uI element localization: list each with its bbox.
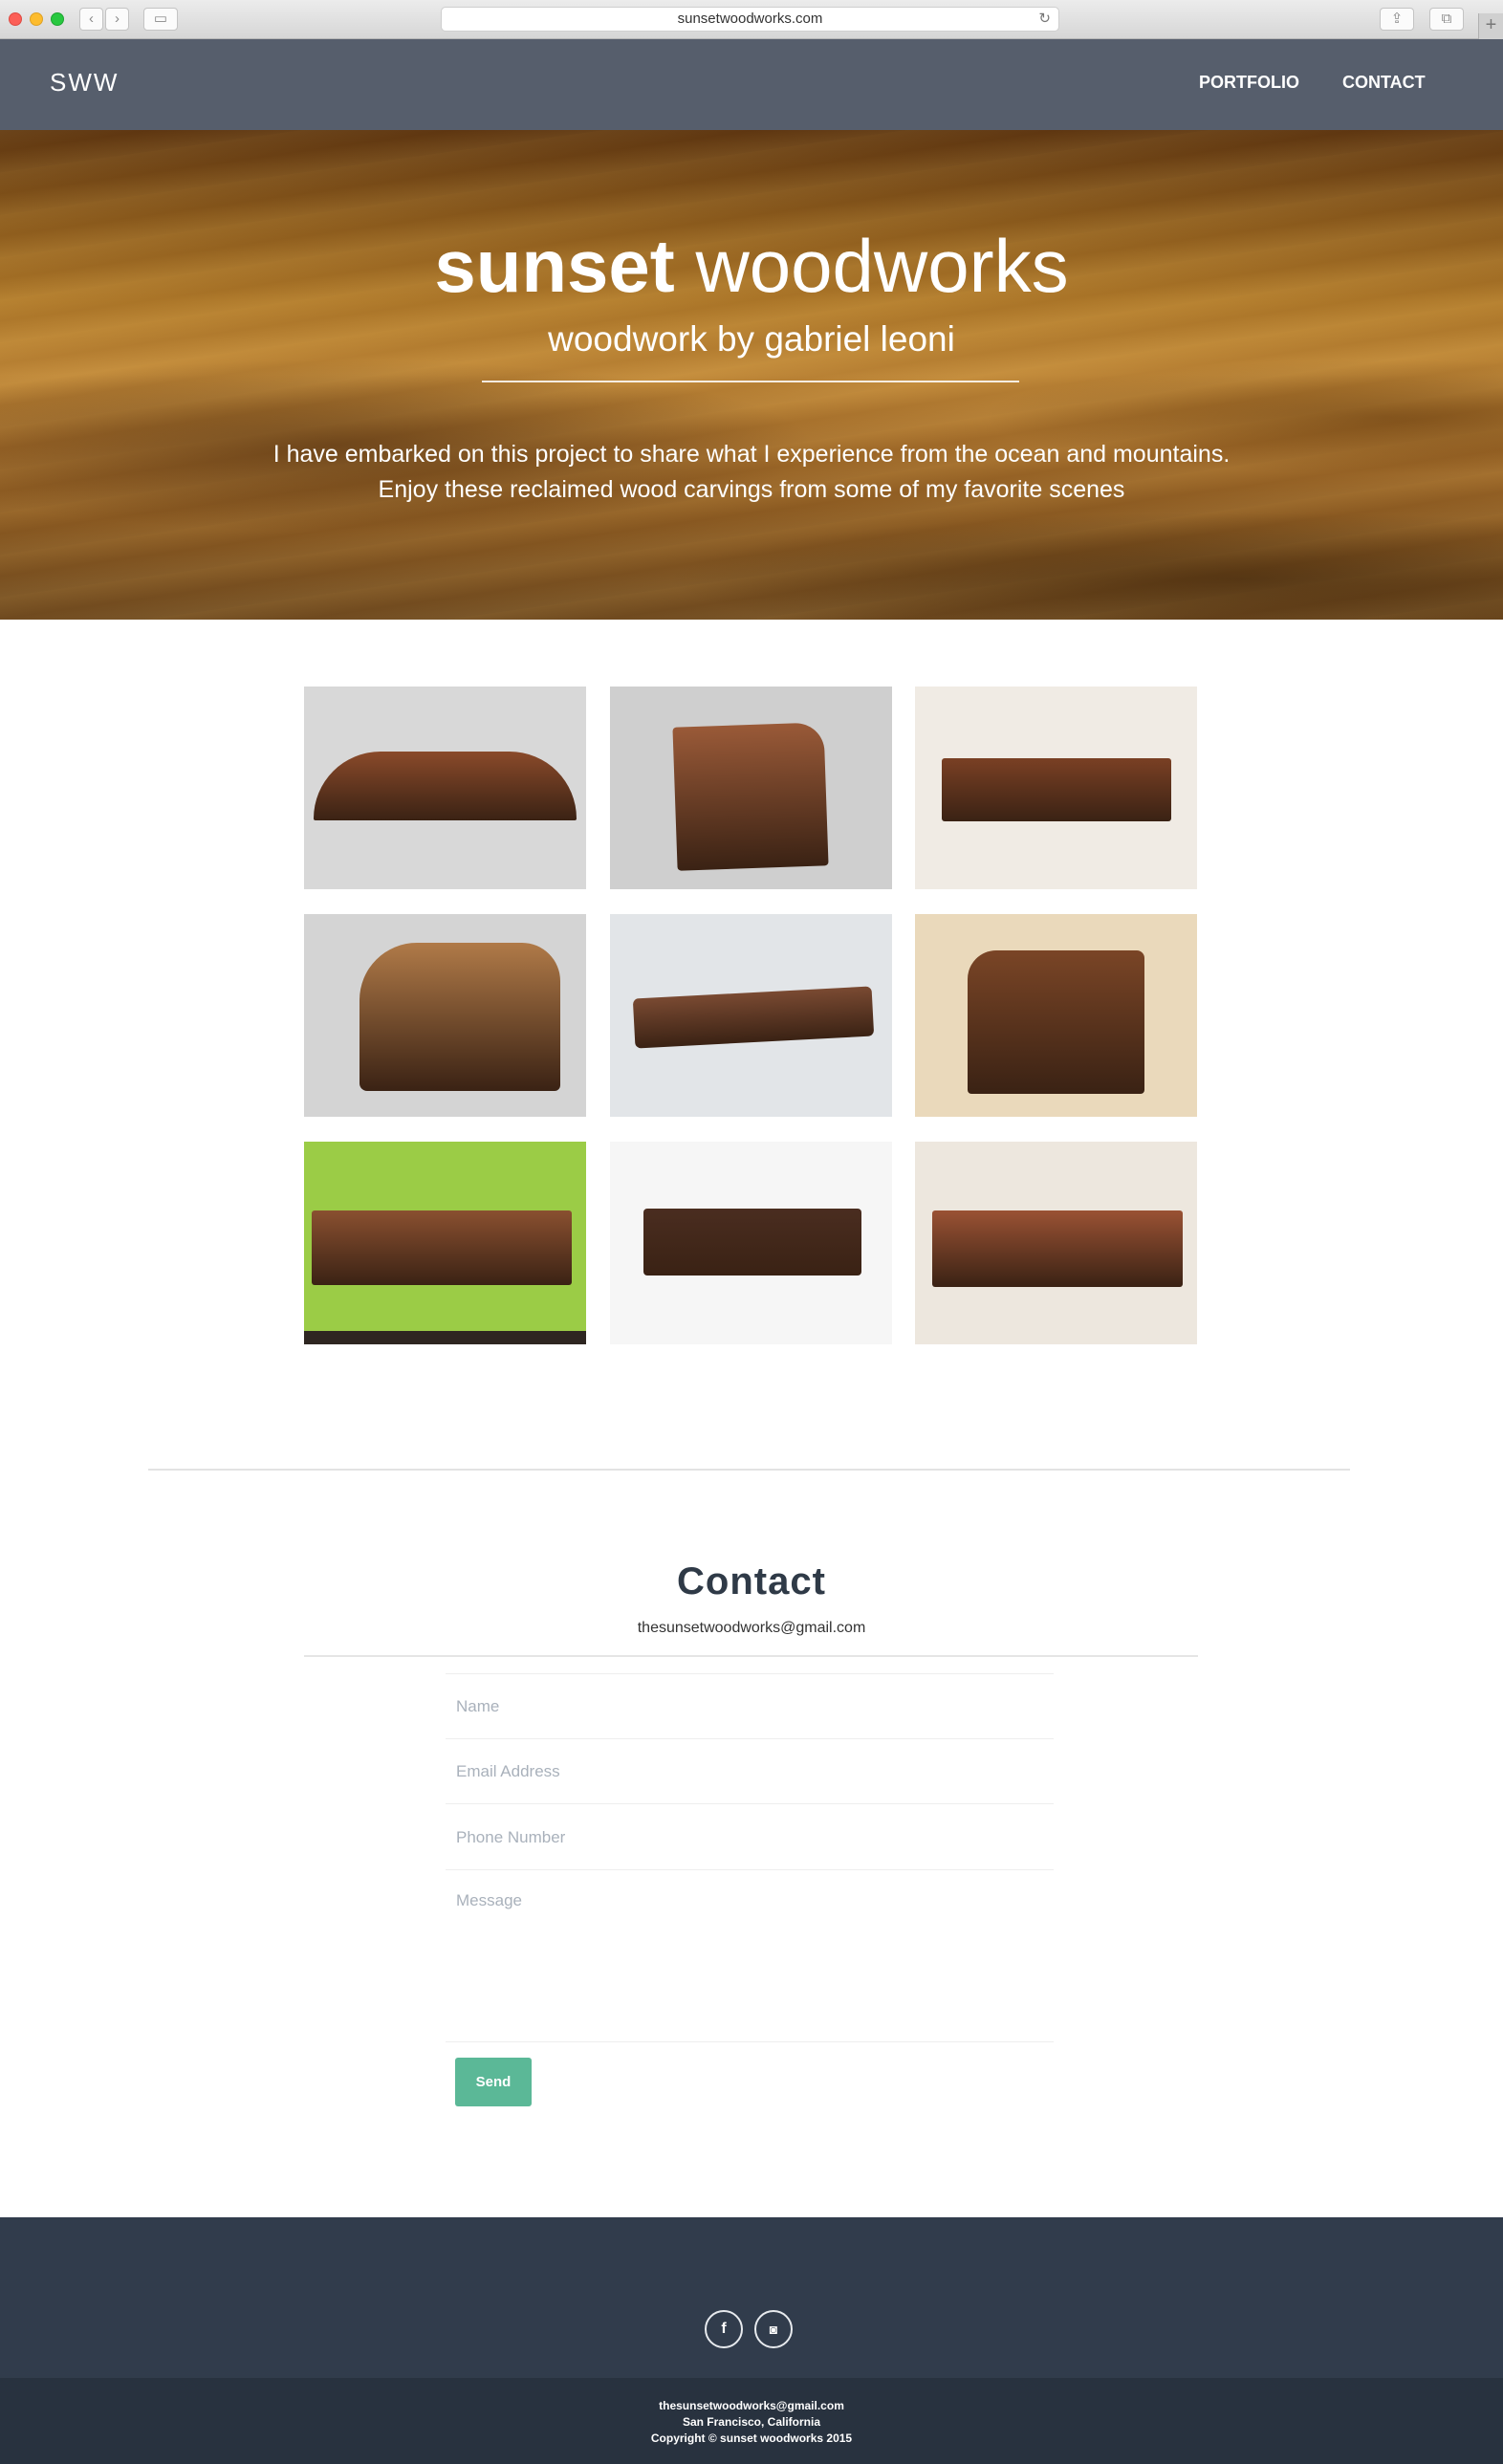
message-field-row: [446, 1869, 1054, 2042]
contact-email[interactable]: thesunsetwoodworks@gmail.com: [0, 1620, 1503, 1637]
sidebar-toggle-icon[interactable]: ▭: [143, 8, 178, 31]
hero-description: I have embarked on this project to share…: [0, 437, 1503, 508]
instagram-icon[interactable]: ◙: [754, 2310, 793, 2348]
hero-title-bold: sunset: [434, 224, 675, 308]
gallery-item[interactable]: [610, 1142, 892, 1344]
hero-text-line-2: Enjoy these reclaimed wood carvings from…: [378, 476, 1125, 503]
footer-copyright: Copyright © sunset woodworks 2015: [650, 2431, 853, 2445]
gallery-item[interactable]: [610, 914, 892, 1117]
gallery-item[interactable]: [610, 687, 892, 889]
gallery-item[interactable]: [304, 914, 586, 1117]
address-bar[interactable]: sunsetwoodworks.com ↻: [441, 7, 1059, 32]
browser-toolbar: ‹ › ▭ sunsetwoodworks.com ↻ ⇪ ⧉ +: [0, 0, 1503, 39]
footer-email[interactable]: thesunsetwoodworks@gmail.com: [0, 2399, 1503, 2412]
message-textarea[interactable]: [446, 1870, 1054, 2014]
footer: f ◙: [0, 2217, 1503, 2378]
footer-location: San Francisco, California: [682, 2415, 821, 2429]
maximize-window-icon[interactable]: [51, 12, 64, 26]
new-tab-icon[interactable]: +: [1478, 13, 1503, 39]
hero-title-light: woodworks: [695, 224, 1069, 308]
tabs-overview-icon[interactable]: ⧉: [1429, 8, 1464, 31]
hero-title: sunset woodworks: [0, 223, 1503, 310]
phone-field-row: [446, 1803, 1054, 1870]
share-icon[interactable]: ⇪: [1380, 8, 1414, 31]
back-icon[interactable]: ‹: [79, 8, 103, 31]
brand-logo[interactable]: SWW: [50, 68, 119, 98]
gallery-item[interactable]: [915, 687, 1197, 889]
close-window-icon[interactable]: [9, 12, 22, 26]
contact-heading: Contact: [677, 1560, 826, 1603]
name-field-row: [446, 1673, 1054, 1739]
facebook-icon[interactable]: f: [705, 2310, 743, 2348]
minimize-window-icon[interactable]: [30, 12, 43, 26]
gallery-item[interactable]: [915, 1142, 1197, 1344]
reload-icon[interactable]: ↻: [1038, 8, 1051, 31]
contact-divider: [304, 1655, 1198, 1657]
gallery-item[interactable]: [304, 687, 586, 889]
nav-link-contact[interactable]: CONTACT: [1342, 73, 1426, 93]
email-input[interactable]: [446, 1739, 1054, 1804]
phone-input[interactable]: [446, 1804, 1054, 1870]
url-text: sunsetwoodworks.com: [677, 11, 823, 27]
forward-icon[interactable]: ›: [105, 8, 129, 31]
gallery-item[interactable]: [915, 914, 1197, 1117]
top-navbar: SWW PORTFOLIO CONTACT: [0, 39, 1503, 130]
hero-text-line-1: I have embarked on this project to share…: [272, 441, 1231, 468]
footer-bottom: thesunsetwoodworks@gmail.com San Francis…: [0, 2378, 1503, 2464]
name-input[interactable]: [446, 1674, 1054, 1739]
nav-link-portfolio[interactable]: PORTFOLIO: [1199, 73, 1299, 93]
hero-banner: sunset woodworks woodwork by gabriel leo…: [0, 130, 1503, 620]
section-divider: [148, 1469, 1350, 1471]
hero-divider: [482, 381, 1019, 382]
send-button[interactable]: Send: [455, 2058, 532, 2106]
email-field-row: [446, 1738, 1054, 1804]
hero-subtitle: woodwork by gabriel leoni: [548, 319, 955, 359]
gallery-item[interactable]: [304, 1142, 586, 1344]
